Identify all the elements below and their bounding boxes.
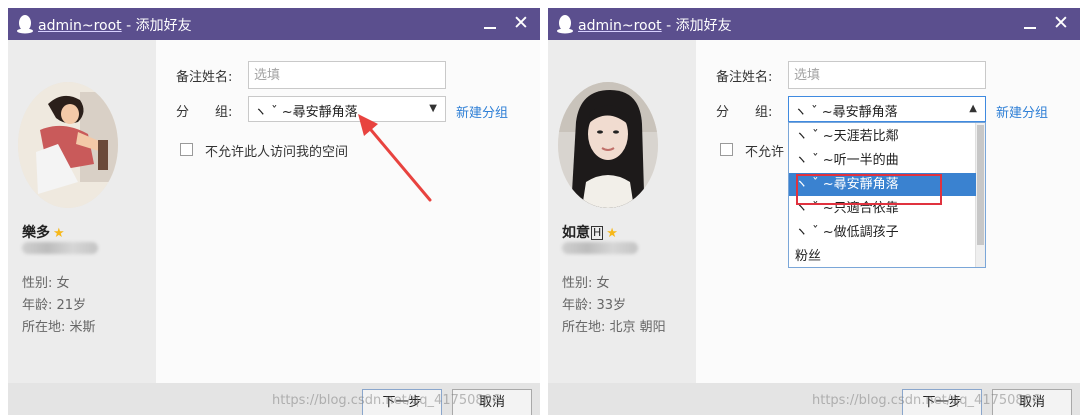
new-group-link[interactable]: 新建分组 xyxy=(456,102,508,121)
remark-name-input[interactable] xyxy=(248,61,446,89)
watermark-right: https://blog.csdn.net/qq_41750806 xyxy=(812,393,1041,408)
group-label: 分 组: xyxy=(716,105,773,120)
remark-label: 备注姓名: xyxy=(176,70,233,85)
qq-penguin-icon xyxy=(17,15,33,34)
window-title: admin~root - 添加好友 xyxy=(578,18,732,34)
group-label: 分 组: xyxy=(176,105,233,120)
dropdown-item[interactable]: ヽ ˇ ~做低調孩子 xyxy=(789,221,976,244)
group-select[interactable]: ヽ ˇ ~尋安靜角落 ▲ xyxy=(788,96,986,122)
location-info: 所在地: 北京 朝阳 xyxy=(562,320,666,335)
title-bar[interactable]: admin~root - 添加好友 ✕ xyxy=(548,8,1080,40)
remark-name-input[interactable] xyxy=(788,61,986,89)
qq-penguin-icon xyxy=(557,15,573,34)
remark-label: 备注姓名: xyxy=(716,70,773,85)
selected-group-highlight xyxy=(796,174,942,205)
annotation-arrow xyxy=(358,114,432,202)
profile-sidebar: 如意 H ★ 性别: 女 年龄: 33岁 所在地: 北京 朝阳 xyxy=(548,40,696,383)
gender-info: 性别: 女 xyxy=(562,276,610,291)
gender-info: 性别: 女 xyxy=(22,276,70,291)
dropdown-item[interactable]: ヽ ˇ ~听一半的曲 xyxy=(789,149,976,172)
deny-space-access-label: 不允许此人访问我的空间 xyxy=(205,145,349,160)
blurred-account-id xyxy=(22,242,98,254)
deny-space-access-label: 不允许 xyxy=(745,145,785,160)
add-friend-form: 备注姓名: 分 组: ヽ ˇ ~尋安靜角落 ▲ 新建分组 不允许 ヽ ˇ ~天涯… xyxy=(696,40,1080,383)
star-icon: ★ xyxy=(53,226,65,241)
close-button[interactable]: ✕ xyxy=(508,10,534,36)
group-select-value: ヽ ˇ ~尋安靜角落 xyxy=(254,105,358,120)
scrollbar-thumb[interactable] xyxy=(977,125,984,245)
avatar xyxy=(558,82,658,208)
window-title: admin~root - 添加好友 xyxy=(38,18,192,34)
age-info: 年龄: 33岁 xyxy=(562,298,627,313)
nickname: 樂多 ★ xyxy=(22,225,65,241)
deny-space-access-checkbox[interactable] xyxy=(180,143,193,156)
dropdown-scrollbar[interactable] xyxy=(975,123,985,267)
title-bar[interactable]: admin~root - 添加好友 ✕ xyxy=(8,8,540,40)
avatar-cartoon-image xyxy=(18,82,118,208)
watermark-left: https://blog.csdn.net/qq_41750806 xyxy=(272,393,501,408)
avatar xyxy=(18,82,118,208)
vip-badge: H xyxy=(591,226,604,240)
add-friend-window-left: admin~root - 添加好友 ✕ 樂多 ★ 性别: 女 年龄: 21岁 所在… xyxy=(8,8,540,415)
blurred-account-id xyxy=(562,242,638,254)
minimize-button[interactable] xyxy=(1018,12,1042,36)
star-icon: ★ xyxy=(606,226,618,241)
dropdown-item[interactable]: ヽ ˇ ~天涯若比鄰 xyxy=(789,125,976,148)
close-button[interactable]: ✕ xyxy=(1048,10,1074,36)
add-friend-window-right: admin~root - 添加好友 ✕ 如意 H ★ 性别: 女 年龄: 33岁 所… xyxy=(548,8,1080,415)
dropdown-arrow-up-icon: ▲ xyxy=(969,103,977,114)
dropdown-item[interactable]: 粉丝 xyxy=(789,245,976,268)
new-group-link[interactable]: 新建分组 xyxy=(996,102,1048,121)
nickname: 如意 H ★ xyxy=(562,225,618,241)
location-info: 所在地: 米斯 xyxy=(22,320,96,335)
add-friend-form: 备注姓名: 分 组: ヽ ˇ ~尋安靜角落 ▼ 新建分组 不允许此人访问我的空间 xyxy=(156,40,540,383)
age-info: 年龄: 21岁 xyxy=(22,298,87,313)
minimize-button[interactable] xyxy=(478,12,502,36)
deny-space-access-checkbox[interactable] xyxy=(720,143,733,156)
profile-sidebar: 樂多 ★ 性别: 女 年龄: 21岁 所在地: 米斯 xyxy=(8,40,156,383)
avatar-photo-image xyxy=(558,82,658,208)
group-select-value: ヽ ˇ ~尋安靜角落 xyxy=(794,105,898,120)
